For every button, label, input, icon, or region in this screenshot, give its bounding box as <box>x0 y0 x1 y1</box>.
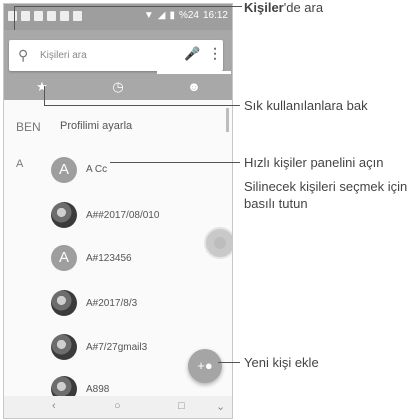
tab-bar: ★ ◷ ☻ <box>4 74 232 100</box>
star-icon: ★ <box>36 79 48 94</box>
favorites-leader-line <box>44 105 240 106</box>
avatar[interactable] <box>51 334 77 360</box>
list-item[interactable]: A##2017/08/010 <box>4 198 232 238</box>
contact-name: A#2017/8/3 <box>86 298 138 309</box>
quick-contacts-handle[interactable] <box>204 227 232 259</box>
search-annotation: Kişiler'de ara <box>244 0 323 15</box>
contact-name: A#123456 <box>86 253 132 264</box>
wifi-icon: ▼ <box>143 10 154 21</box>
delete-select-annotation-line1: Silinecek kişileri seçmek için <box>244 179 408 194</box>
delete-select-annotation-line2: basılı tutun <box>244 196 308 211</box>
notification-icon <box>60 11 69 21</box>
favorites-leader-line <box>44 86 45 106</box>
contact-name: A898 <box>86 384 110 395</box>
contact-name: A Cc <box>86 164 108 175</box>
battery-icon: ▮ <box>169 10 175 21</box>
search-input[interactable]: Kişileri ara <box>40 50 87 61</box>
set-profile-link[interactable]: Profilimi ayarla <box>60 120 132 132</box>
favorites-annotation: Sık kullanılanlara bak <box>244 98 368 113</box>
clock-icon: ◷ <box>112 79 124 94</box>
navigation-bar: ‹ ○ □ ⌄ <box>4 396 232 418</box>
image-icon <box>34 11 43 21</box>
avatar[interactable] <box>51 290 77 316</box>
recent-apps-icon[interactable]: □ <box>178 400 185 412</box>
tab-recent[interactable]: ◷ <box>80 74 156 100</box>
avatar[interactable]: A <box>51 157 77 183</box>
contact-name: A#7/27gmail3 <box>86 342 148 353</box>
list-item[interactable]: A#2017/8/3 <box>4 287 232 327</box>
mail-icon <box>21 11 30 21</box>
system-icons: ▼ ◢ ▮ %24 16:12 <box>144 10 228 21</box>
tab-contacts[interactable]: ☻ <box>156 74 232 100</box>
chevron-down-icon[interactable]: ⌄ <box>216 400 225 413</box>
people-icon: ☻ <box>187 79 201 94</box>
clock-time: 16:12 <box>202 10 228 21</box>
signal-icon: ◢ <box>157 10 166 21</box>
more-options-icon[interactable]: ⋮ <box>208 45 222 62</box>
search-leader-line <box>14 6 242 7</box>
quick-panel-annotation: Hızlı kişiler panelini açın <box>244 155 384 170</box>
notification-icons <box>8 11 82 21</box>
notification-icon <box>8 11 17 21</box>
add-contact-annotation: Yeni kişi ekle <box>244 355 319 370</box>
contact-name: A##2017/08/010 <box>86 210 160 221</box>
battery-percent: %24 <box>178 10 199 21</box>
status-bar: ▼ ◢ ▮ %24 16:12 <box>4 4 232 30</box>
active-tab-indicator <box>157 71 231 74</box>
section-header-me: BEN <box>16 120 41 134</box>
list-item[interactable]: A A#123456 <box>4 242 232 282</box>
add-contact-button[interactable]: +● <box>188 349 222 383</box>
avatar[interactable]: A <box>51 245 77 271</box>
search-bar[interactable]: ⚲ Kişileri ara 🎤 ⋮ <box>9 40 223 71</box>
microphone-icon[interactable]: 🎤 <box>184 46 200 62</box>
quick-panel-leader-line <box>110 162 240 163</box>
add-person-icon: +● <box>197 358 213 373</box>
list-item[interactable]: A A Cc <box>4 150 232 190</box>
notification-icon <box>73 11 82 21</box>
search-icon: ⚲ <box>18 47 29 63</box>
search-leader-line <box>14 6 15 30</box>
search-annotation-bold: Kişiler <box>244 0 284 15</box>
home-icon[interactable]: ○ <box>114 400 121 412</box>
tab-favorites[interactable]: ★ <box>4 74 80 100</box>
avatar[interactable] <box>51 202 77 228</box>
file-icon <box>47 11 56 21</box>
phone-screen: ▼ ◢ ▮ %24 16:12 ⚲ Kişileri ara 🎤 ⋮ ★ ◷ ☻ <box>3 3 233 419</box>
add-contact-leader-line <box>218 362 240 363</box>
search-annotation-rest: 'de ara <box>283 0 324 15</box>
back-icon[interactable]: ‹ <box>52 400 56 412</box>
contacts-toolbar: ⚲ Kişileri ara 🎤 ⋮ ★ ◷ ☻ <box>4 30 232 100</box>
scrollbar[interactable] <box>226 108 229 132</box>
